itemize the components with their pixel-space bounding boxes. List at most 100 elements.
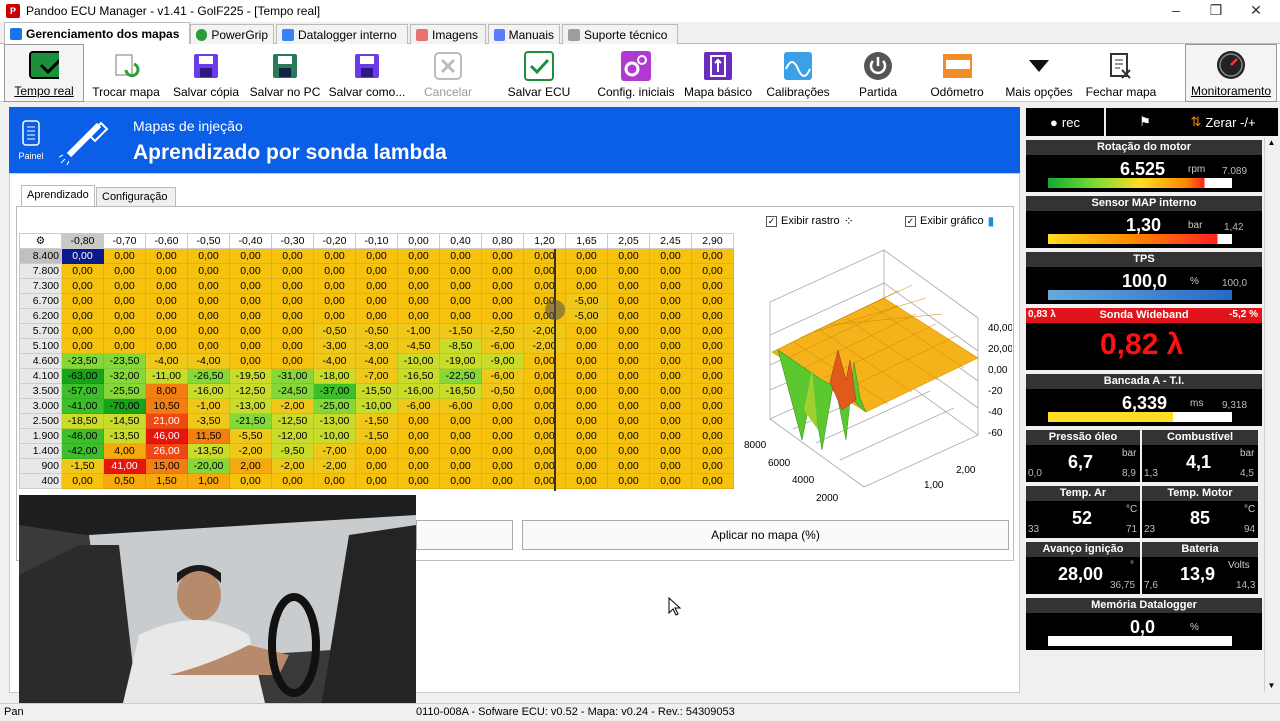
table-cell[interactable]: 0,00 [481, 443, 524, 459]
table-cell[interactable]: -6,00 [481, 368, 524, 384]
column-header[interactable]: 2,90 [691, 233, 734, 249]
row-header[interactable]: 4.600 [19, 353, 62, 369]
table-cell[interactable]: 0,00 [481, 458, 524, 474]
table-cell[interactable]: -70,00 [103, 398, 146, 414]
table-cell[interactable]: 0,00 [187, 263, 230, 279]
table-cell[interactable]: -13,00 [313, 413, 356, 429]
column-header[interactable]: -0,30 [271, 233, 314, 249]
table-cell[interactable]: -1,50 [61, 458, 104, 474]
table-cell[interactable]: 0,00 [607, 263, 650, 279]
table-cell[interactable]: -32,00 [103, 368, 146, 384]
table-cell[interactable]: 0,00 [649, 278, 692, 294]
table-cell[interactable]: 0,00 [565, 248, 608, 264]
table-cell[interactable]: 0,00 [565, 413, 608, 429]
table-cell[interactable]: -12,50 [229, 383, 272, 399]
table-cell[interactable]: 41,00 [103, 458, 146, 474]
config-iniciais-button[interactable]: Config. iniciais [596, 44, 676, 102]
table-cell[interactable]: 0,00 [691, 368, 734, 384]
table-cell[interactable]: -19,50 [229, 368, 272, 384]
table-cell[interactable]: -3,00 [313, 338, 356, 354]
table-cell[interactable]: 0,00 [691, 248, 734, 264]
table-cell[interactable]: 0,00 [229, 323, 272, 339]
table-cell[interactable]: -14,50 [103, 413, 146, 429]
table-cell[interactable]: -25,00 [313, 398, 356, 414]
table-cell[interactable]: 0,00 [565, 353, 608, 369]
table-cell[interactable]: 0,00 [691, 278, 734, 294]
table-cell[interactable]: 0,00 [523, 278, 566, 294]
table-cell[interactable]: 0,00 [187, 248, 230, 264]
table-cell[interactable]: 0,00 [649, 383, 692, 399]
table-cell[interactable]: -2,00 [313, 458, 356, 474]
row-header[interactable]: 900 [19, 458, 62, 474]
right-scrollbar[interactable]: ▲ ▼ [1264, 138, 1278, 692]
table-cell[interactable]: -22,50 [439, 368, 482, 384]
table-cell[interactable]: -4,00 [355, 353, 398, 369]
table-cell[interactable]: 0,00 [607, 413, 650, 429]
column-header[interactable]: 1,20 [523, 233, 566, 249]
table-cell[interactable]: 0,00 [691, 263, 734, 279]
table-cell[interactable]: 0,00 [607, 308, 650, 324]
table-cell[interactable]: 0,00 [565, 443, 608, 459]
table-cell[interactable]: 0,00 [691, 383, 734, 399]
tab-powergrip[interactable]: PowerGrip [190, 24, 274, 44]
table-cell[interactable]: 46,00 [145, 428, 188, 444]
table-cell[interactable]: -3,00 [355, 338, 398, 354]
table-cell[interactable]: 0,00 [481, 413, 524, 429]
table-cell[interactable]: 0,00 [607, 443, 650, 459]
column-header[interactable]: 2,45 [649, 233, 692, 249]
table-cell[interactable]: 0,00 [565, 278, 608, 294]
table-cell[interactable]: -4,50 [397, 338, 440, 354]
table-cell[interactable]: 0,00 [649, 368, 692, 384]
table-cell[interactable]: -4,00 [313, 353, 356, 369]
table-cell[interactable]: 0,00 [229, 473, 272, 489]
row-header[interactable]: 8.400 [19, 248, 62, 264]
table-cell[interactable]: -6,00 [397, 398, 440, 414]
table-cell[interactable]: 0,00 [523, 248, 566, 264]
table-cell[interactable]: -46,00 [61, 428, 104, 444]
mais-opcoes-button[interactable]: Mais opções [1004, 44, 1074, 102]
table-cell[interactable]: 0,00 [313, 293, 356, 309]
table-cell[interactable]: 0,00 [649, 248, 692, 264]
cancelar-button[interactable]: Cancelar [420, 44, 476, 102]
table-cell[interactable]: -2,00 [271, 458, 314, 474]
scroll-up-icon[interactable]: ▲ [1265, 138, 1278, 147]
table-cell[interactable]: 0,00 [607, 353, 650, 369]
aplicar-mapa-button[interactable]: Aplicar no mapa (%) [522, 520, 1009, 550]
table-cell[interactable]: 0,00 [145, 248, 188, 264]
table-cell[interactable]: 0,00 [523, 473, 566, 489]
tab-gerenciamento[interactable]: Gerenciamento dos mapas [4, 22, 190, 45]
tab-aprendizado[interactable]: Aprendizado [21, 185, 95, 208]
table-cell[interactable]: 0,00 [649, 308, 692, 324]
table-cell[interactable]: 0,00 [271, 308, 314, 324]
table-cell[interactable]: 0,00 [103, 248, 146, 264]
column-header[interactable]: 2,05 [607, 233, 650, 249]
minimize-button[interactable]: – [1156, 0, 1196, 22]
table-cell[interactable]: -20,00 [187, 458, 230, 474]
table-cell[interactable]: 0,00 [187, 293, 230, 309]
table-cell[interactable]: 15,00 [145, 458, 188, 474]
table-cell[interactable]: 1,00 [187, 473, 230, 489]
table-cell[interactable]: 0,00 [313, 248, 356, 264]
table-cell[interactable]: -26,50 [187, 368, 230, 384]
rec-button[interactable]: ● rec [1026, 108, 1104, 136]
table-cell[interactable]: -0,50 [313, 323, 356, 339]
table-cell[interactable]: 0,00 [439, 263, 482, 279]
table-cell[interactable]: 0,50 [103, 473, 146, 489]
table-cell[interactable]: 0,00 [565, 323, 608, 339]
column-header[interactable]: -0,70 [103, 233, 146, 249]
table-cell[interactable]: 0,00 [565, 263, 608, 279]
table-cell[interactable]: 0,00 [439, 278, 482, 294]
table-cell[interactable]: -63,00 [61, 368, 104, 384]
table-cell[interactable]: 0,00 [397, 413, 440, 429]
table-cell[interactable]: 0,00 [481, 278, 524, 294]
table-cell[interactable]: 0,00 [271, 293, 314, 309]
table-cell[interactable]: -23,50 [61, 353, 104, 369]
table-cell[interactable]: 0,00 [523, 413, 566, 429]
table-cell[interactable]: -5,00 [565, 308, 608, 324]
exibir-rastro-checkbox[interactable]: ✓ Exibir rastro ⁘ [766, 214, 854, 228]
table-cell[interactable]: 0,00 [229, 338, 272, 354]
table-cell[interactable]: 0,00 [439, 413, 482, 429]
row-header[interactable]: 400 [19, 473, 62, 489]
table-cell[interactable]: -2,00 [523, 323, 566, 339]
table-cell[interactable]: 0,00 [565, 458, 608, 474]
